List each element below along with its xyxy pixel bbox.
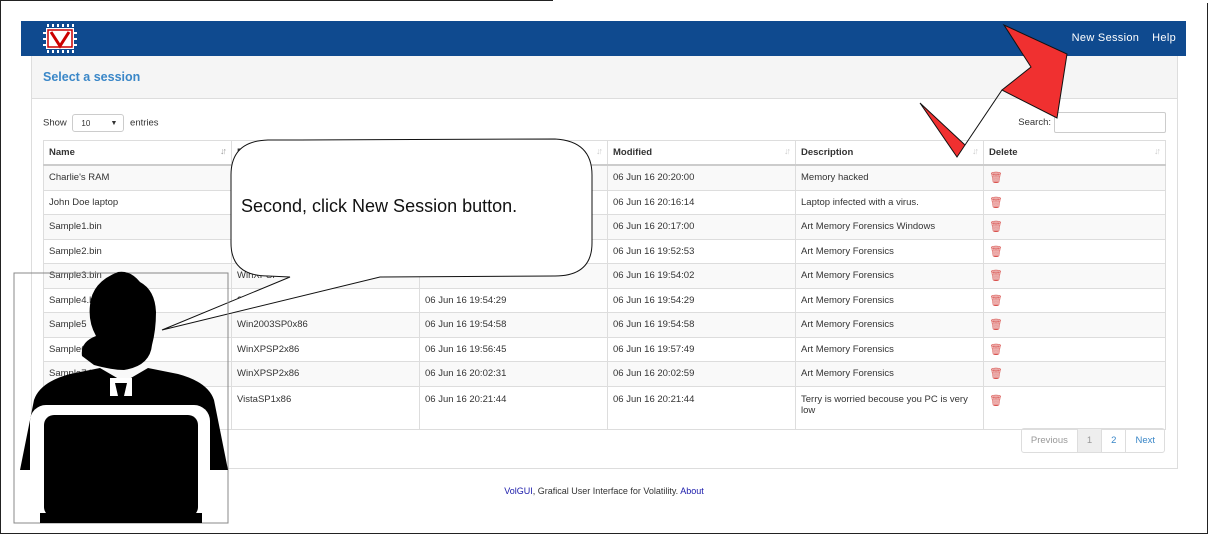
annotation-overlay xyxy=(13,23,1068,524)
pointer-arrow xyxy=(919,23,1068,158)
laptop-icon xyxy=(30,405,210,523)
callout-text: Second, click New Session button. xyxy=(241,196,518,216)
speech-bubble xyxy=(161,138,593,331)
